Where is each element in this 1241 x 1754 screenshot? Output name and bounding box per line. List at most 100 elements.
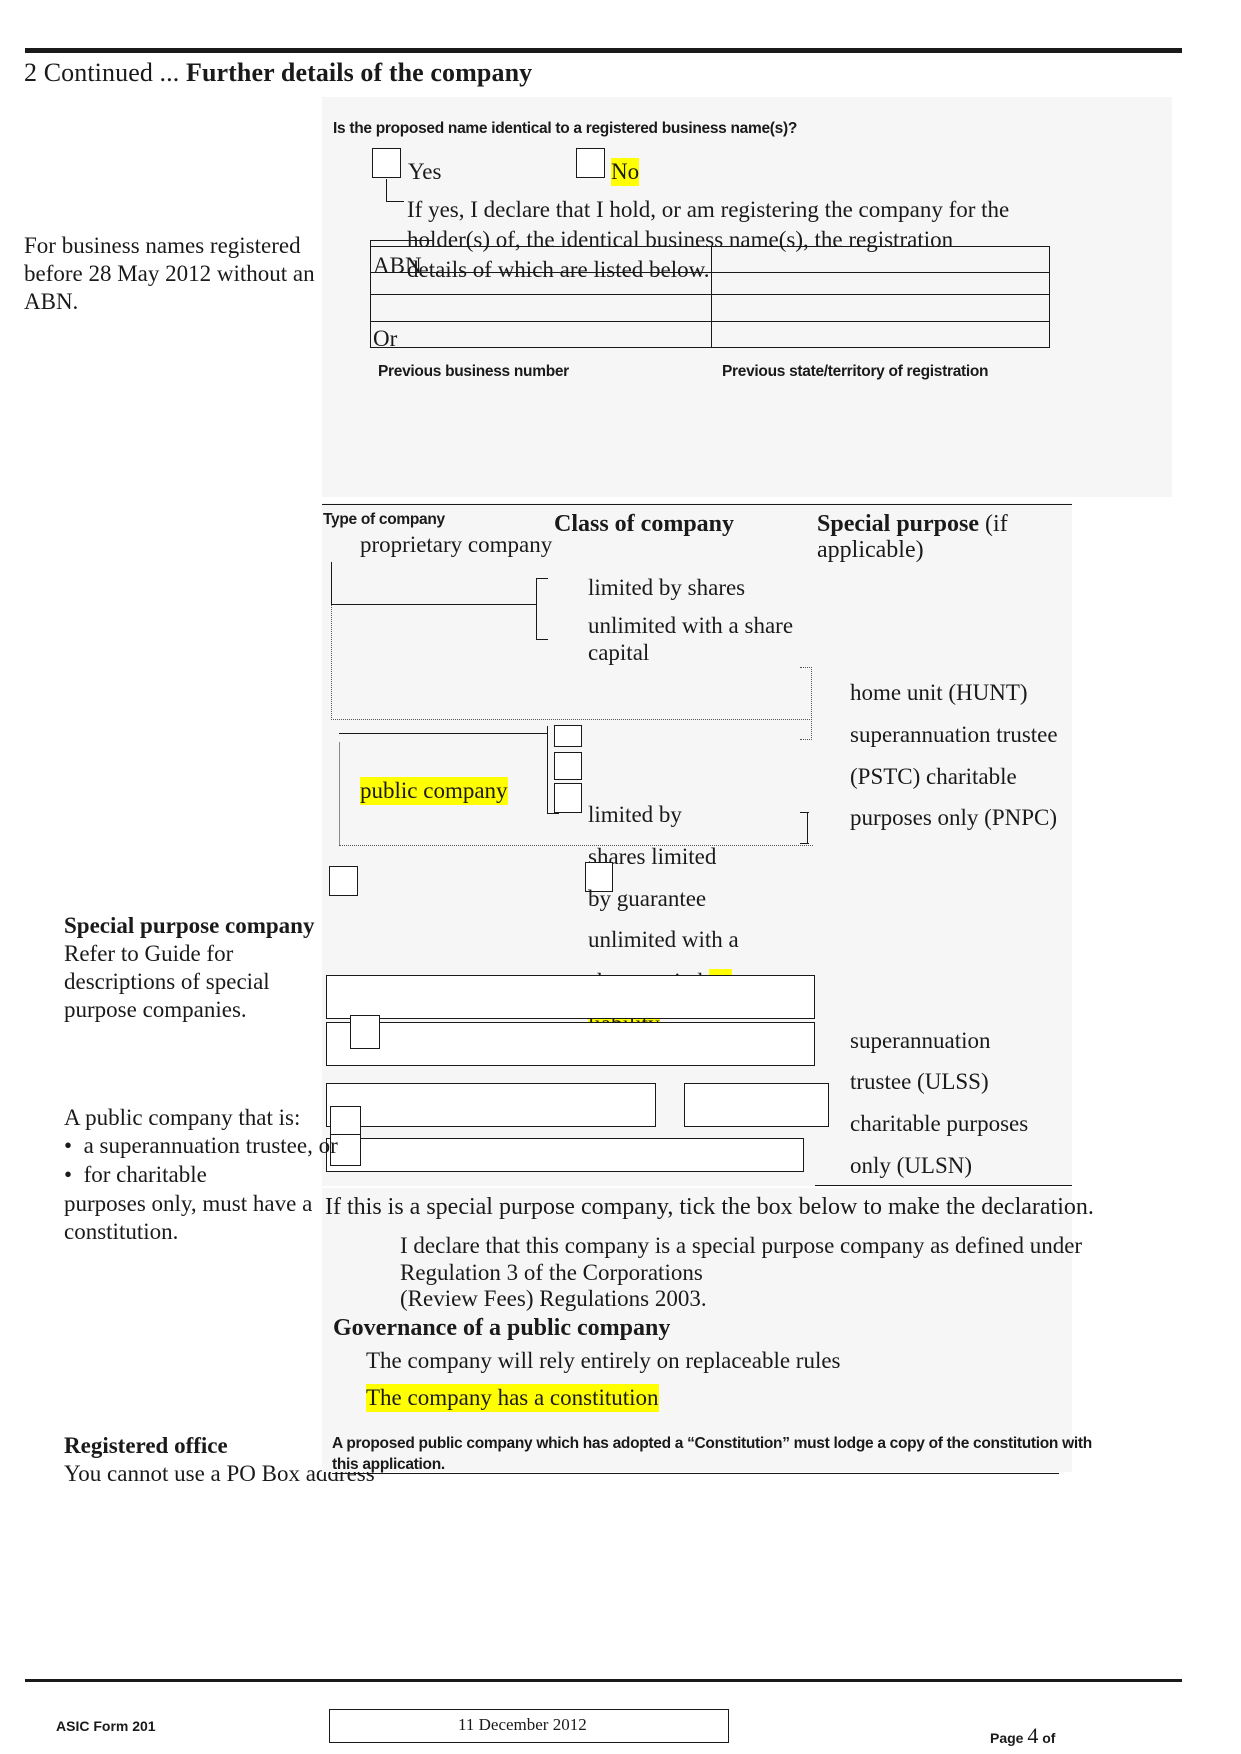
field-box-1[interactable] — [326, 975, 815, 1019]
footer-page-suffix: of — [1042, 1730, 1056, 1746]
page-title: 2 Continued ... Further details of the c… — [24, 58, 532, 88]
label-identical-yes: Yes — [408, 159, 442, 184]
abn-table-column-divider — [711, 246, 713, 348]
label-special-pstc-charitable: (PSTC) charitable — [850, 764, 1017, 789]
checkbox-class-3[interactable] — [554, 783, 582, 813]
label-class-limited-by: limited by — [588, 802, 682, 827]
governance-option-constitution: The company has a constitution — [366, 1384, 659, 1412]
or-label: Or — [373, 326, 398, 351]
public-bracket-vertical — [547, 726, 549, 814]
margin-note-bullet-2: • for charitable — [64, 1162, 207, 1187]
governance-heading: Governance of a public company — [333, 1315, 671, 1341]
label-class-unlimited-with-a: unlimited with a — [588, 927, 739, 952]
governance-option-replaceable-rules: The company will rely entirely on replac… — [366, 1348, 841, 1373]
document-page: 2 Continued ... Further details of the c… — [0, 0, 1241, 1754]
margin-note-special-purpose-bold: Special purpose company — [64, 913, 315, 938]
heading-class-of-company: Class of company — [554, 511, 735, 537]
label-proprietary-company: proprietary company — [360, 532, 553, 557]
checkbox-field-2[interactable] — [350, 1015, 380, 1049]
label-special-pnpc: purposes only (PNPC) — [850, 805, 1058, 830]
yes-connector-horizontal — [386, 201, 404, 203]
class-bracket-vertical-top — [536, 578, 538, 640]
checkbox-identical-no[interactable] — [576, 148, 605, 178]
margin-note-bullet-1-text: a superannuation trustee, or — [83, 1133, 338, 1158]
section-continued: Continued ... — [43, 58, 180, 87]
heading-special-purpose-bold: Special purpose — [817, 511, 980, 537]
governance-bottom-rule — [332, 1473, 1059, 1475]
label-identical-no: No — [611, 158, 640, 186]
abn-table-row-line-2 — [370, 294, 1050, 296]
special-bracket-arm-bottom — [800, 843, 809, 845]
company-grid-top-rule — [322, 504, 1072, 506]
dotted-divider-right — [811, 667, 812, 740]
label-special-super-trustee: superannuation trustee — [850, 722, 1058, 747]
label-special-home-unit: home unit (HUNT) — [850, 680, 1028, 705]
checkbox-type-public-company-overlay[interactable] — [329, 866, 358, 896]
column-label-previous-business-number: Previous business number — [378, 363, 569, 380]
declaration-text-line-2: Regulation 3 of the Corporations — [400, 1260, 703, 1285]
margin-note-public-company-intro: A public company that is: — [64, 1105, 301, 1130]
dotted-divider-left — [331, 605, 332, 720]
yes-connector-vertical — [386, 179, 388, 202]
business-name-question: Is the proposed name identical to a regi… — [333, 120, 798, 137]
class-bracket-arm-top1 — [536, 578, 548, 580]
label-class-by-guarantee: by guarantee — [588, 886, 707, 911]
label-special-charitable-purposes: charitable purposes — [850, 1111, 1029, 1136]
field-box-2[interactable] — [326, 1022, 815, 1066]
checkbox-class-2[interactable] — [554, 752, 582, 780]
public-company-cell-left-border — [339, 742, 341, 847]
special-bracket-vertical — [807, 812, 809, 844]
footer-date: 11 December 2012 — [458, 1715, 587, 1734]
margin-note-special-purpose-rest: Refer to Guide for descriptions of speci… — [64, 941, 270, 1022]
label-special-trustee-ulss: trustee (ULSS) — [850, 1069, 989, 1094]
header-rule — [25, 48, 1182, 53]
public-bracket-horizontal — [339, 733, 547, 735]
class-bracket-arm-top2 — [536, 639, 548, 641]
margin-note-special-purpose: Special purpose company Refer to Guide f… — [64, 912, 319, 1024]
section-number: 2 — [24, 58, 38, 87]
footer-page-prefix: Page — [990, 1730, 1024, 1746]
public-bracket-arm — [547, 813, 559, 815]
abn-table-stub-top — [370, 240, 434, 242]
label-public-company: public company — [360, 777, 508, 805]
abn-table-stub-left — [370, 240, 372, 248]
checkbox-class-1[interactable] — [554, 725, 582, 747]
label-special-ulsn: only (ULSN) — [850, 1153, 973, 1178]
footer-page-indicator: Page 4 of — [990, 1723, 1055, 1749]
margin-note-bullet-1: • a superannuation trustee, or — [64, 1133, 338, 1158]
dotted-divider-bottom — [331, 719, 812, 720]
margin-note-business-names: For business names registered before 28 … — [24, 233, 315, 314]
section-title: Further details of the company — [185, 58, 533, 87]
footer-rule — [25, 1679, 1182, 1682]
column-label-previous-state: Previous state/territory of registration — [722, 363, 989, 380]
footer-form-label: ASIC Form 201 — [56, 1718, 156, 1734]
field-box-4[interactable] — [684, 1083, 829, 1127]
heading-type-of-company: Type of company — [323, 511, 445, 528]
proprietary-bracket-horizontal — [331, 604, 536, 606]
abn-label: ABN — [373, 253, 422, 278]
governance-note-line-2: this application. — [332, 1456, 445, 1473]
abn-table-row-line-3 — [370, 321, 1050, 323]
abn-table-row-line-1 — [370, 272, 1050, 274]
declaration-intro: If this is a special purpose company, ti… — [325, 1194, 1094, 1220]
field-box-5[interactable] — [326, 1138, 804, 1172]
proprietary-bracket-vertical — [331, 562, 333, 605]
field-box-3[interactable] — [326, 1083, 656, 1127]
abn-table — [370, 246, 1050, 348]
label-class-limited-by-shares: limited by shares — [588, 575, 746, 600]
margin-note-registered-office-heading: Registered office — [64, 1433, 228, 1458]
governance-note-line-1: A proposed public company which has adop… — [332, 1435, 1092, 1452]
public-company-checkbox-bg — [330, 846, 550, 884]
footer-page-number: 4 — [1027, 1723, 1039, 1748]
checkbox-identical-yes[interactable] — [372, 148, 401, 178]
dotted-arm-bottom — [800, 739, 812, 740]
company-grid-bottom-rule — [815, 1185, 1072, 1187]
declaration-text-line-3: (Review Fees) Regulations 2003. — [400, 1286, 707, 1311]
label-special-superannuation: superannuation — [850, 1028, 991, 1053]
label-class-unlimited-share-capital: unlimited with a share capital — [588, 613, 794, 665]
special-bracket-arm-top — [800, 812, 809, 814]
margin-note-bullet-2-text: for charitable — [83, 1162, 207, 1187]
dotted-arm-top — [800, 667, 812, 668]
declaration-text-line-1: I declare that this company is a special… — [400, 1233, 1083, 1258]
margin-note-bullet-tail: purposes only, must have a constitution. — [64, 1191, 313, 1244]
